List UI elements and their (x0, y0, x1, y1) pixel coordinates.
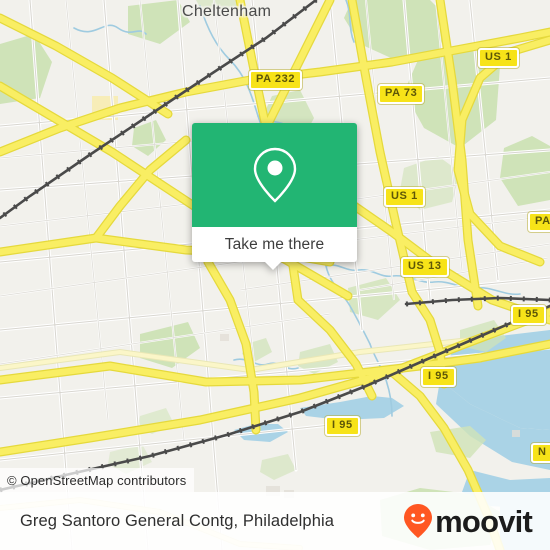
moovit-wordmark: moovit (435, 503, 533, 539)
moovit-smiley-pin-icon (404, 504, 433, 538)
map-screenshot: Cheltenham PA 232 PA 73 US 1 US 1 PA US … (0, 0, 550, 550)
road-shield-n-edge[interactable]: N (531, 443, 550, 463)
popup-header (192, 123, 357, 227)
road-shield-pa-232[interactable]: PA 232 (249, 70, 303, 90)
road-shield-pa-73[interactable]: PA 73 (378, 84, 425, 104)
road-shield-i-95-west[interactable]: I 95 (325, 416, 360, 436)
popup-action-label: Take me there (224, 235, 325, 253)
popup-tail-pointer (264, 261, 282, 270)
bottom-bar: Greg Santoro General Contg, Philadelphia… (0, 492, 550, 550)
osm-attribution[interactable]: © OpenStreetMap contributors (0, 468, 195, 492)
location-pin-icon (253, 147, 296, 203)
location-title: Greg Santoro General Contg, Philadelphia (20, 511, 335, 530)
road-shield-i-95-east[interactable]: I 95 (511, 305, 546, 325)
road-shield-us-1-mid[interactable]: US 1 (384, 187, 425, 207)
road-shield-pa-edge[interactable]: PA (528, 212, 550, 232)
popup-action-button[interactable]: Take me there (192, 227, 357, 262)
moovit-brand-logo[interactable]: moovit (403, 503, 533, 539)
road-shield-us-1-north[interactable]: US 1 (478, 48, 519, 68)
osm-attribution-text: © OpenStreetMap contributors (7, 472, 187, 488)
road-shield-i-95-mid[interactable]: I 95 (421, 367, 456, 387)
location-popup-card[interactable]: Take me there (192, 123, 357, 270)
road-shield-us-13[interactable]: US 13 (401, 257, 449, 277)
map-place-label-cheltenham: Cheltenham (182, 3, 272, 20)
